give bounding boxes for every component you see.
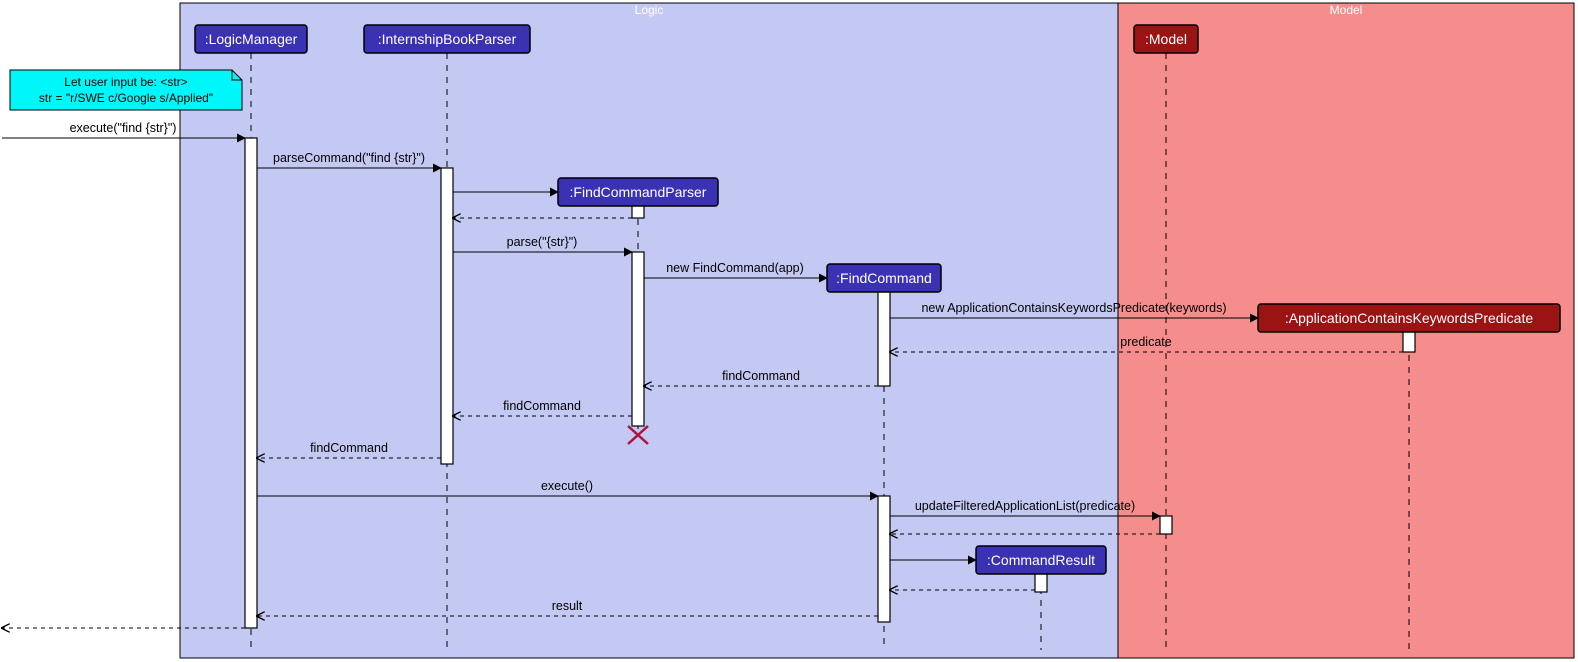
- activation-findcommand-exec: [878, 496, 890, 622]
- header-commandresult-label: :CommandResult: [987, 552, 1095, 568]
- msg-execute-find-label: execute("find {str}"): [70, 121, 177, 135]
- msg-updatefiltered-label: updateFilteredApplicationList(predicate): [915, 499, 1135, 513]
- header-logicmanager-label: :LogicManager: [205, 31, 298, 47]
- activation-internshipbookparser: [441, 168, 453, 464]
- header-findcommand-label: :FindCommand: [836, 270, 932, 286]
- activation-commandresult: [1035, 572, 1047, 592]
- msg-new-findcommand-label: new FindCommand(app): [666, 261, 804, 275]
- activation-findcommand-new: [878, 288, 890, 386]
- return-findcommand-2-label: findCommand: [503, 399, 581, 413]
- header-internshipbookparser-label: :InternshipBookParser: [378, 31, 517, 47]
- activation-model: [1160, 516, 1172, 534]
- return-findcommand-3-label: findCommand: [310, 441, 388, 455]
- activation-findcommandparser-parse: [632, 252, 644, 426]
- region-logic-label: Logic: [635, 3, 664, 17]
- note-line1: Let user input be: <str>: [64, 75, 187, 89]
- return-predicate-label: predicate: [1120, 335, 1171, 349]
- header-predicate-label: :ApplicationContainsKeywordsPredicate: [1285, 310, 1533, 326]
- return-findcommand-1-label: findCommand: [722, 369, 800, 383]
- msg-execute-label: execute(): [541, 479, 593, 493]
- activation-logicmanager: [245, 138, 257, 628]
- msg-new-predicate-label: new ApplicationContainsKeywordsPredicate…: [921, 301, 1226, 315]
- return-result-label: result: [552, 599, 583, 613]
- region-model-label: Model: [1330, 3, 1363, 17]
- note-line2: str = "r/SWE c/Google s/Applied": [39, 91, 213, 105]
- msg-parse-label: parse("{str}"): [507, 235, 578, 249]
- header-findcommandparser-label: :FindCommandParser: [570, 184, 707, 200]
- msg-parsecommand-label: parseCommand("find {str}"): [273, 151, 425, 165]
- header-model-label: :Model: [1145, 31, 1187, 47]
